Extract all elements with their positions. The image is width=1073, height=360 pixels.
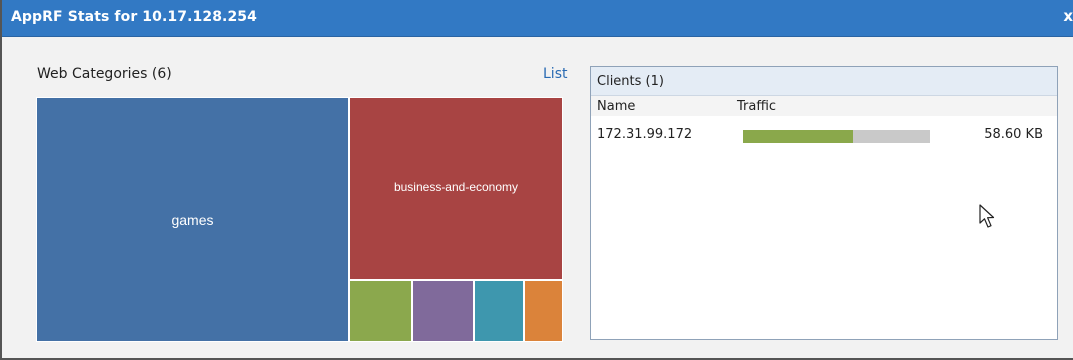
column-header-traffic[interactable]: Traffic bbox=[737, 99, 776, 114]
table-row[interactable]: 172.31.99.172 58.60 KB bbox=[591, 124, 1057, 146]
clients-panel: Clients (1) Name Traffic 172.31.99.172 5… bbox=[590, 66, 1058, 340]
dialog-title: AppRF Stats for 10.17.128.254 bbox=[11, 9, 257, 25]
treemap-tile-business-and-economy[interactable]: business-and-economy bbox=[350, 98, 562, 279]
traffic-bar-fill bbox=[743, 130, 854, 143]
clients-title: Clients (1) bbox=[597, 74, 664, 89]
treemap-tile-category-6[interactable] bbox=[525, 281, 562, 341]
treemap-tile-category-5[interactable] bbox=[475, 281, 523, 341]
traffic-value: 58.60 KB bbox=[984, 127, 1043, 142]
clients-column-headers: Name Traffic bbox=[591, 96, 1057, 116]
treemap-tile-category-3[interactable] bbox=[350, 281, 411, 341]
web-categories-title: Web Categories (6) bbox=[37, 66, 172, 82]
treemap-tile-games[interactable]: games bbox=[37, 98, 348, 341]
clients-panel-header: Clients (1) bbox=[591, 67, 1057, 96]
web-categories-treemap: games business-and-economy bbox=[36, 97, 563, 342]
apprf-stats-dialog: AppRF Stats for 10.17.128.254 x Web Cate… bbox=[0, 0, 1073, 360]
close-icon[interactable]: x bbox=[1063, 9, 1073, 24]
column-header-name[interactable]: Name bbox=[597, 99, 635, 114]
treemap-tile-label: games bbox=[171, 211, 214, 228]
treemap-tile-category-4[interactable] bbox=[413, 281, 473, 341]
traffic-bar bbox=[743, 130, 930, 143]
list-view-link[interactable]: List bbox=[543, 66, 567, 82]
treemap-tile-label: business-and-economy bbox=[393, 179, 519, 194]
dialog-titlebar: AppRF Stats for 10.17.128.254 x bbox=[2, 0, 1073, 37]
client-name: 172.31.99.172 bbox=[597, 127, 693, 142]
mouse-pointer-icon bbox=[979, 204, 995, 228]
